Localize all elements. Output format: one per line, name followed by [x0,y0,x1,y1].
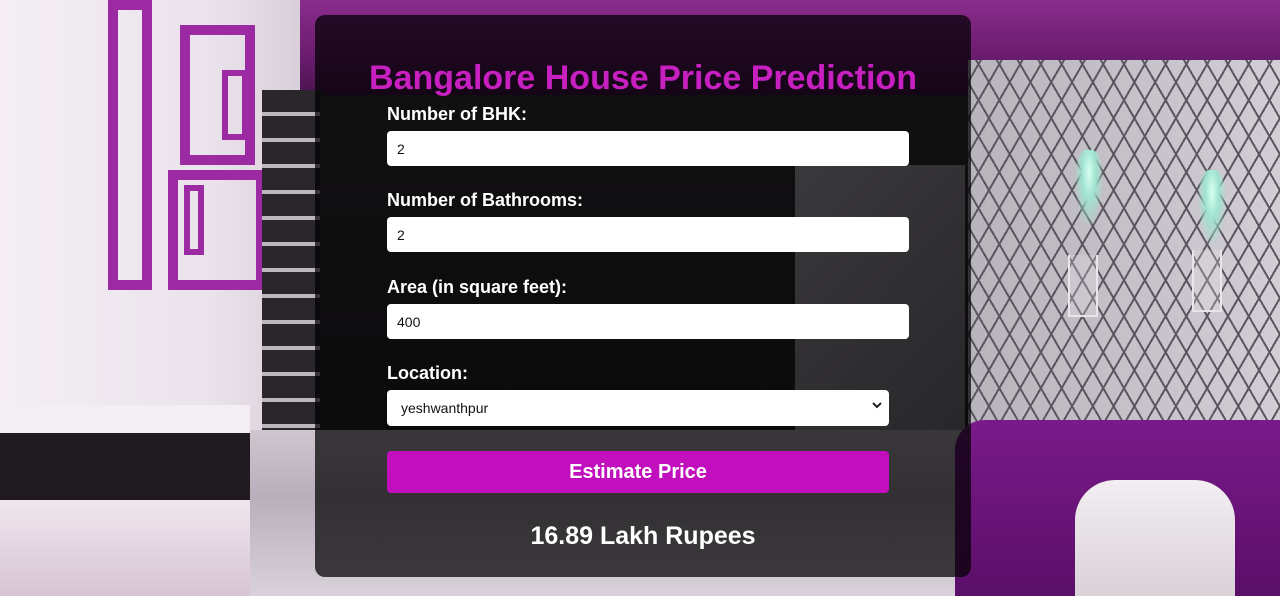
bathrooms-label: Number of Bathrooms: [387,190,584,210]
area-label: Area (in square feet): [387,277,568,297]
page-title: Bangalore House Price Prediction [369,59,917,97]
bhk-input[interactable] [387,131,909,166]
wall-sconce [1068,255,1098,317]
wall-frame-decoration [108,0,152,290]
sofa-throw [1075,480,1235,596]
chevron-down-icon [872,402,882,409]
window-blinds [262,90,322,470]
wall-lamp [1198,170,1226,245]
location-label: Location: [387,363,468,383]
hearth [0,500,250,596]
estimate-price-button[interactable]: Estimate Price [387,451,889,493]
prediction-form-card: Bangalore House Price Prediction Number … [315,15,971,577]
location-select[interactable]: yeshwanthpur [387,390,889,426]
wall-sconce [1192,250,1222,312]
wall-frame-decoration [222,70,248,140]
wall-lamp [1075,150,1103,225]
bathrooms-input[interactable] [387,217,909,252]
bhk-label: Number of BHK: [387,104,527,124]
patterned-wallpaper [968,60,1280,440]
location-selected-value: yeshwanthpur [401,400,489,416]
wall-frame-decoration [168,170,266,290]
estimated-price-result: 16.89 Lakh Rupees [530,522,756,550]
wall-frame-decoration [184,185,204,255]
area-input[interactable] [387,304,909,339]
